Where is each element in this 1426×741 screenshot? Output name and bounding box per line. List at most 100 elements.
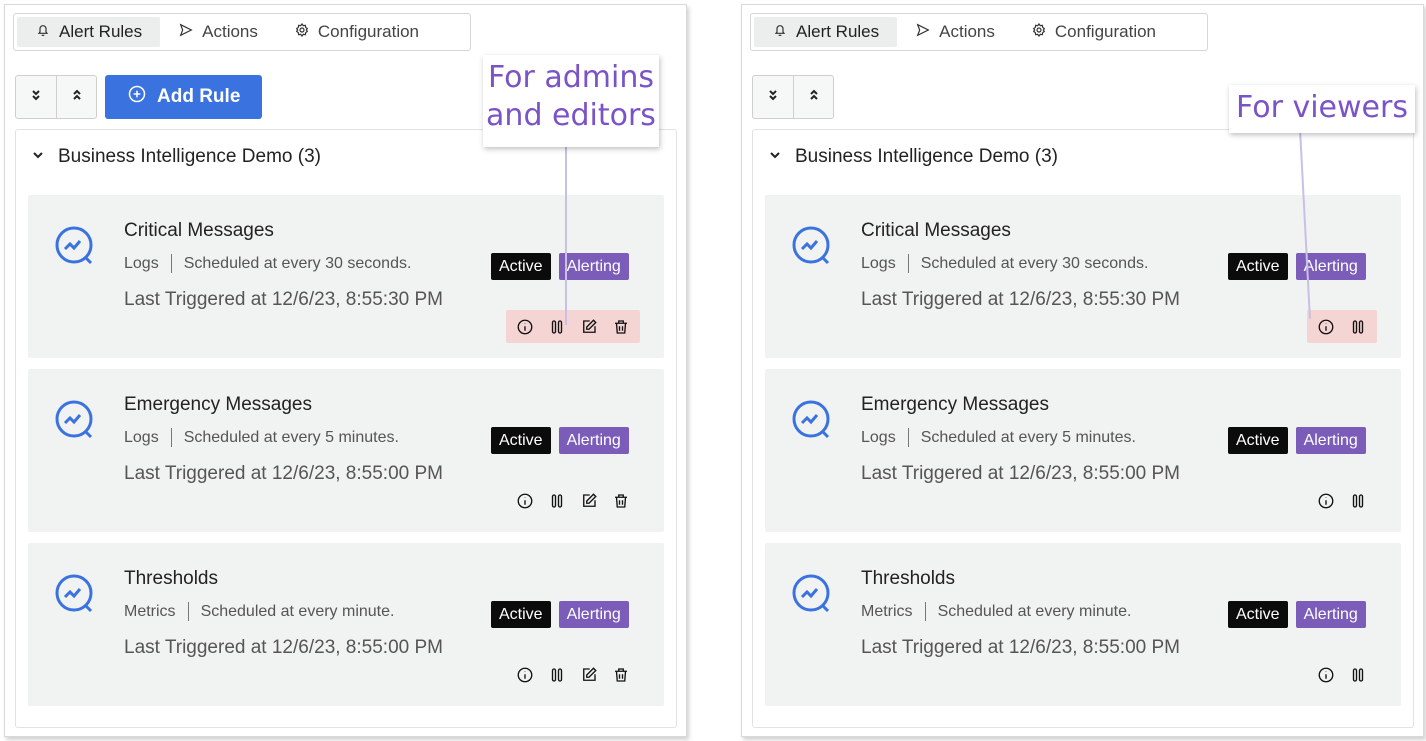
- pause-icon[interactable]: [1349, 318, 1367, 336]
- pause-icon[interactable]: [548, 666, 566, 684]
- rule-schedule: Scheduled at every 30 seconds.: [920, 254, 1149, 272]
- expand-all-button[interactable]: [753, 76, 793, 118]
- rule-group: Business Intelligence Demo (3) Critical …: [752, 129, 1414, 728]
- expand-collapse-group: [752, 75, 834, 119]
- tab-configuration[interactable]: Configuration: [1013, 17, 1174, 47]
- divider: [924, 602, 926, 621]
- plus-circle-icon: [127, 84, 147, 110]
- info-icon[interactable]: [516, 492, 534, 510]
- collapse-all-button[interactable]: [793, 76, 833, 118]
- chart-bubble-icon: [787, 222, 837, 272]
- rule-name: Critical Messages: [861, 220, 1011, 241]
- send-icon: [915, 22, 931, 43]
- group-toggle[interactable]: Business Intelligence Demo (3): [769, 146, 1058, 168]
- tab-bar: Alert Rules Actions Configuration: [750, 13, 1208, 51]
- bell-icon: [35, 22, 51, 43]
- info-icon[interactable]: [1317, 318, 1335, 336]
- state-badge: Alerting: [1295, 427, 1366, 454]
- divider: [187, 602, 189, 621]
- tab-actions[interactable]: Actions: [897, 17, 1013, 47]
- tab-alert-rules[interactable]: Alert Rules: [754, 17, 898, 47]
- rule-actions: [506, 310, 640, 343]
- send-icon: [178, 22, 194, 43]
- rule-type: Metrics: [861, 602, 913, 620]
- callout-line-1: For admins: [487, 60, 655, 95]
- rule-last-triggered: Last Triggered at 12/6/23, 8:55:00 PM: [861, 637, 1180, 658]
- collapse-all-button[interactable]: [56, 76, 96, 118]
- rule-card[interactable]: Critical Messages Logs Scheduled at every…: [28, 195, 664, 358]
- rule-type: Logs: [861, 254, 896, 272]
- rule-meta: Metrics Scheduled at every minute.: [861, 602, 1131, 621]
- rule-last-triggered: Last Triggered at 12/6/23, 8:55:30 PM: [861, 289, 1180, 310]
- add-rule-label: Add Rule: [157, 86, 241, 107]
- rule-card[interactable]: Thresholds Metrics Scheduled at every min…: [765, 543, 1401, 706]
- tab-bar: Alert Rules Actions Configuration: [13, 13, 471, 51]
- rule-meta: Logs Scheduled at every 30 seconds.: [861, 254, 1148, 273]
- rule-badges: Active Alerting: [491, 253, 629, 280]
- rule-name: Emergency Messages: [124, 394, 312, 415]
- trash-icon[interactable]: [612, 318, 630, 336]
- chevron-down-icon: [32, 148, 44, 166]
- edit-icon[interactable]: [580, 318, 598, 336]
- group-title: Business Intelligence Demo (3): [795, 146, 1058, 167]
- status-badge: Active: [1228, 601, 1288, 628]
- info-icon[interactable]: [1317, 666, 1335, 684]
- edit-icon[interactable]: [580, 666, 598, 684]
- toolbar: [752, 75, 834, 119]
- chevrons-down-icon: [767, 88, 779, 106]
- tab-alert-rules[interactable]: Alert Rules: [17, 17, 161, 47]
- callout-line-2: and editors: [486, 97, 656, 133]
- status-badge: Active: [1228, 427, 1288, 454]
- callout-connector: [565, 145, 567, 325]
- info-icon[interactable]: [516, 666, 534, 684]
- pause-icon[interactable]: [1349, 492, 1367, 510]
- tab-actions[interactable]: Actions: [160, 17, 276, 47]
- pause-icon[interactable]: [548, 318, 566, 336]
- rule-badges: Active Alerting: [491, 601, 629, 628]
- status-badge: Active: [491, 601, 551, 628]
- trash-icon[interactable]: [612, 492, 630, 510]
- divider: [170, 254, 172, 273]
- rule-badges: Active Alerting: [1228, 253, 1366, 280]
- rule-actions: [506, 484, 640, 517]
- add-rule-button[interactable]: Add Rule: [105, 75, 263, 119]
- pause-icon[interactable]: [548, 492, 566, 510]
- rule-name: Emergency Messages: [861, 394, 1049, 415]
- rule-meta: Metrics Scheduled at every minute.: [124, 602, 394, 621]
- state-badge: Alerting: [1295, 601, 1366, 628]
- status-badge: Active: [491, 427, 551, 454]
- info-icon[interactable]: [1317, 492, 1335, 510]
- rule-schedule: Scheduled at every minute.: [200, 602, 395, 620]
- state-badge: Alerting: [558, 601, 629, 628]
- rule-last-triggered: Last Triggered at 12/6/23, 8:55:00 PM: [861, 463, 1180, 484]
- chevrons-down-icon: [30, 88, 42, 106]
- info-icon[interactable]: [516, 318, 534, 336]
- group-toggle[interactable]: Business Intelligence Demo (3): [32, 146, 321, 168]
- rule-badges: Active Alerting: [491, 427, 629, 454]
- rule-type: Logs: [124, 428, 159, 446]
- rule-card[interactable]: Emergency Messages Logs Scheduled at ever…: [28, 369, 664, 532]
- trash-icon[interactable]: [612, 666, 630, 684]
- group-title: Business Intelligence Demo (3): [58, 146, 321, 167]
- rule-group: Business Intelligence Demo (3) Critical …: [15, 129, 677, 728]
- chevrons-up-icon: [71, 88, 83, 106]
- status-badge: Active: [491, 253, 551, 280]
- tab-configuration[interactable]: Configuration: [276, 17, 437, 47]
- rule-type: Logs: [124, 254, 159, 272]
- expand-all-button[interactable]: [16, 76, 56, 118]
- rule-schedule: Scheduled at every minute.: [937, 602, 1132, 620]
- tab-label: Configuration: [317, 22, 420, 41]
- tab-label: Alert Rules: [59, 22, 143, 41]
- edit-icon[interactable]: [580, 492, 598, 510]
- rule-badges: Active Alerting: [1228, 601, 1366, 628]
- bell-icon: [772, 22, 788, 43]
- rule-card[interactable]: Thresholds Metrics Scheduled at every min…: [28, 543, 664, 706]
- chart-bubble-icon: [50, 222, 100, 272]
- rule-meta: Logs Scheduled at every 30 seconds.: [124, 254, 411, 273]
- state-badge: Alerting: [558, 253, 629, 280]
- pause-icon[interactable]: [1349, 666, 1367, 684]
- chart-bubble-icon: [50, 396, 100, 446]
- rule-card[interactable]: Emergency Messages Logs Scheduled at ever…: [765, 369, 1401, 532]
- divider: [170, 428, 172, 447]
- state-badge: Alerting: [558, 427, 629, 454]
